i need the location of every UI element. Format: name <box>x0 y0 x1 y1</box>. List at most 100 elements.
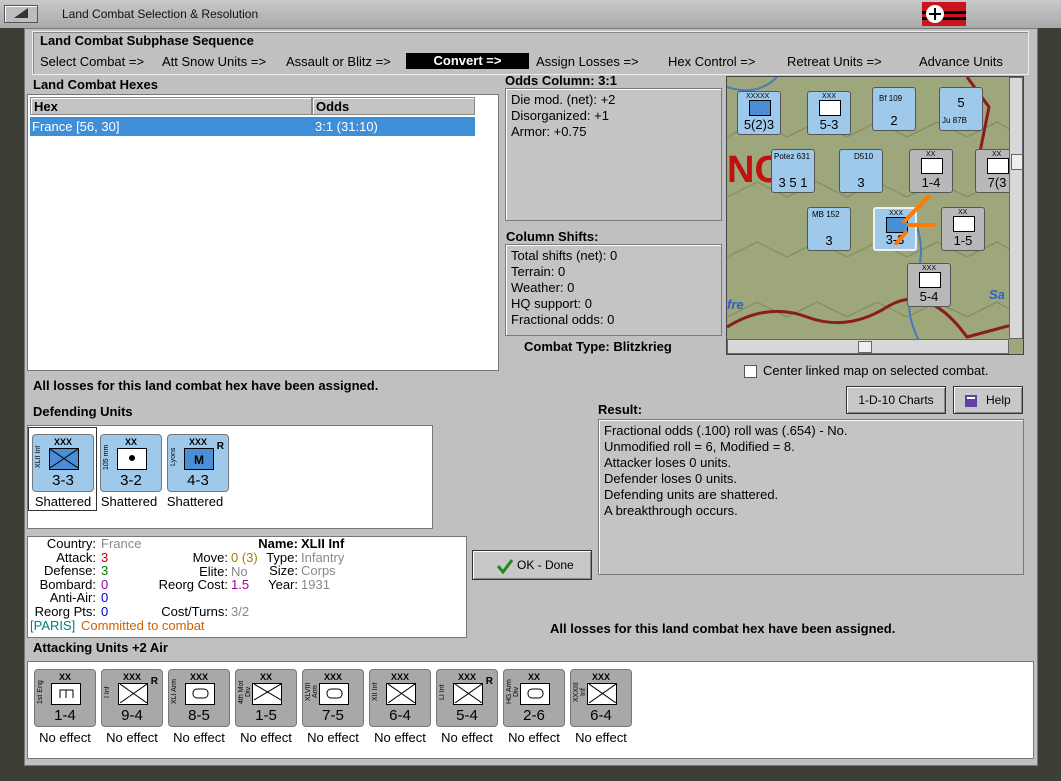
attacking-unit[interactable]: XX 4th Mot Div 1-5 <box>235 669 297 727</box>
unit-location: [PARIS] <box>30 618 76 633</box>
odds-cell: 3:1 (31:10) <box>315 119 378 134</box>
label: Attack: <box>56 549 96 565</box>
attacking-unit[interactable]: XXX XLVIII Arm 7-5 <box>302 669 364 727</box>
checkmark-icon <box>497 559 513 574</box>
map-counter[interactable]: Ju 87B 5 <box>939 87 983 131</box>
label: Country: <box>46 536 96 551</box>
column-shifts-title: Column Shifts: <box>506 229 599 244</box>
step-assault-blitz: Assault or Blitz => <box>286 54 391 69</box>
attacking-unit[interactable]: XX 1st Eng 1-4 <box>34 669 96 727</box>
result-line: Defending units are shattered. <box>604 487 779 502</box>
infantry-icon <box>118 683 148 705</box>
map-counter[interactable]: MB 152 3 <box>807 207 851 251</box>
attacking-title: Attacking Units +2 Air <box>33 640 168 655</box>
result-line: Unmodified roll = 6, Modified = 8. <box>604 439 795 454</box>
unit-year-value: 1931 <box>301 576 330 592</box>
map-counter[interactable]: D510 3 <box>839 149 883 193</box>
unit-type-value: Infantry <box>301 549 345 565</box>
charts-button[interactable]: 1-D-10 Charts <box>846 386 946 414</box>
shift-line: Weather: 0 <box>511 280 575 295</box>
infantry-icon <box>49 448 79 470</box>
defense-value: 3 <box>101 563 109 578</box>
ok-done-button[interactable]: OK - Done <box>472 550 592 580</box>
armor-icon <box>520 683 550 705</box>
odds-line: Die mod. (net): +2 <box>511 92 616 107</box>
col-odds-header[interactable]: Odds <box>312 97 475 115</box>
map-horizontal-scrollbar[interactable] <box>727 339 1009 354</box>
defending-unit[interactable]: XX 105 mm 3-2 <box>100 434 162 492</box>
result-line: Attacker loses 0 units. <box>604 455 732 470</box>
antiair-value: 0 <box>101 590 109 605</box>
reorg-value: 0 <box>101 603 109 619</box>
map-vertical-scrollbar[interactable] <box>1009 77 1023 339</box>
step-convert-active: Convert => <box>406 53 529 69</box>
cost-turns-value: 3/2 <box>231 604 250 619</box>
attacking-unit[interactable]: XXX XXXIII Inf 6-4 <box>570 669 632 727</box>
map-counter[interactable]: XXX 5-4 <box>907 263 951 307</box>
shift-line: Total shifts (net): 0 <box>511 248 618 263</box>
center-map-label: Center linked map on selected combat. <box>763 363 989 378</box>
attacking-unit[interactable]: XXX LI Inf R 5-4 <box>436 669 498 727</box>
result-line: Defender loses 0 units. <box>604 471 737 486</box>
linked-map[interactable]: NC fre Sa XXXXX 5(2)3 XXX 5-3 Bf 109 2 Ju 8… <box>726 76 1024 355</box>
hex-list[interactable]: Hex Odds France [56, 30] 3:1 (31:10) <box>27 94 499 371</box>
label: Bombard: <box>39 576 96 592</box>
bombard-value: 0 <box>101 576 109 592</box>
germany-flag-icon <box>922 2 966 26</box>
map-counter[interactable]: XXXXX 5(2)3 <box>737 91 781 135</box>
country-value: France <box>101 536 142 551</box>
label: Cost/Turns: <box>161 604 228 619</box>
hex-row[interactable]: France [56, 30] 3:1 (31:10) <box>30 117 475 136</box>
unit-status: Shattered <box>100 494 158 509</box>
step-assign-losses: Assign Losses => <box>536 54 639 69</box>
shift-line: Fractional odds: 0 <box>511 312 615 327</box>
hexes-title: Land Combat Hexes <box>33 77 158 92</box>
unit-status: No effect <box>307 730 359 745</box>
attack-arrows-icon <box>893 195 935 245</box>
map-counter[interactable]: XX 1-4 <box>909 149 953 193</box>
result-line: A breakthrough occurs. <box>604 503 738 518</box>
step-select-combat: Select Combat => <box>40 54 145 69</box>
unit-status: No effect <box>441 730 493 745</box>
step-advance-units: Advance Units <box>919 54 1003 69</box>
map-counter[interactable]: XXX 5-3 <box>807 91 851 135</box>
help-button[interactable]: Help <box>953 386 1023 414</box>
odds-column-title: Odds Column: 3:1 <box>505 73 617 88</box>
engineer-icon <box>51 683 81 705</box>
motorized-infantry-icon <box>252 683 282 705</box>
scroll-thumb[interactable] <box>1011 154 1023 170</box>
attacking-unit[interactable]: XXX I Inf R 9-4 <box>101 669 163 727</box>
attacking-unit[interactable]: XX HG Arm Div 2-6 <box>503 669 565 727</box>
label: Type: <box>266 549 298 565</box>
result-title: Result: <box>598 402 643 417</box>
map-counter[interactable]: Bf 109 2 <box>872 87 916 131</box>
unit-status: No effect <box>575 730 627 745</box>
unit-name-value: XLII Inf <box>301 536 345 551</box>
sequence-title: Land Combat Subphase Sequence <box>40 33 254 48</box>
odds-line: Disorganized: +1 <box>511 108 609 123</box>
attacking-unit[interactable]: XXX XII Inf 6-4 <box>369 669 431 727</box>
attacking-unit[interactable]: XXX XLI Arm 8-5 <box>168 669 230 727</box>
shift-line: Terrain: 0 <box>511 264 566 279</box>
scroll-thumb[interactable] <box>858 341 872 353</box>
label: Name: <box>258 536 298 551</box>
label: Reorg Pts: <box>34 603 96 619</box>
map-counter[interactable]: XX 1-5 <box>941 207 985 251</box>
mountain-icon: M <box>184 448 214 470</box>
minimize-icon <box>14 8 28 18</box>
map-counter[interactable]: Potez 631 3 5 1 <box>771 149 815 193</box>
label: Move: <box>192 550 228 565</box>
defending-title: Defending Units <box>33 404 133 419</box>
defending-unit[interactable]: XXX Lyons R M 4-3 <box>167 434 229 492</box>
unit-size-value: Corps <box>301 563 336 578</box>
label: Size: <box>269 563 298 578</box>
center-map-checkbox[interactable] <box>744 365 757 378</box>
defending-unit[interactable]: XXX XLII Inf 3-3 <box>32 434 94 492</box>
label: Year: <box>268 576 298 592</box>
window-menu-button[interactable] <box>4 5 38 23</box>
attack-value: 3 <box>101 549 109 565</box>
svg-text:M: M <box>194 453 204 467</box>
col-hex-header[interactable]: Hex <box>30 97 312 115</box>
infantry-icon <box>453 683 483 705</box>
unit-status: Shattered <box>166 494 224 509</box>
